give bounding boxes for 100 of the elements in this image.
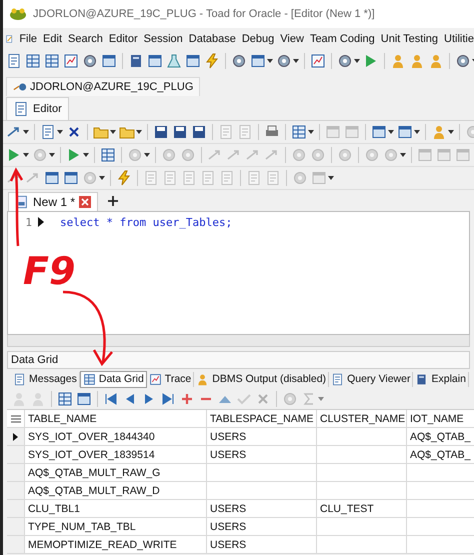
grid-icon — [82, 372, 96, 386]
document-icon — [331, 372, 344, 386]
result-tab[interactable]: Trace — [146, 372, 194, 386]
caret-icon[interactable] — [57, 130, 63, 134]
annotation-text: F9 — [23, 252, 76, 290]
first-icon[interactable] — [103, 391, 119, 407]
last-icon[interactable] — [160, 391, 176, 407]
result-tab[interactable]: Data Grid — [80, 370, 147, 388]
book-icon — [415, 372, 428, 386]
result-tab[interactable]: DBMS Output (disabled) — [194, 372, 330, 386]
gear-icon[interactable] — [337, 53, 353, 69]
menu-item[interactable]: View — [280, 33, 304, 45]
menu-item[interactable]: Debug — [242, 33, 274, 45]
caret-icon[interactable] — [110, 130, 116, 134]
flask-icon[interactable] — [166, 53, 182, 69]
current-row-icon — [13, 432, 18, 440]
gear-icon[interactable] — [455, 53, 471, 69]
caret-icon[interactable] — [354, 59, 360, 63]
row-header[interactable] — [7, 428, 25, 445]
caret-icon[interactable] — [23, 153, 29, 157]
table-cell: USERS — [210, 430, 246, 442]
plus-icon[interactable] — [179, 391, 195, 407]
gear-icon[interactable] — [231, 53, 247, 69]
window-icon[interactable] — [63, 170, 79, 186]
table-cell: AQ$_QTAB_ — [410, 430, 470, 442]
document-icon — [13, 372, 26, 386]
table-cell: CLU_TBL1 — [28, 502, 80, 514]
figure-icon[interactable] — [409, 53, 425, 69]
line-number: 1 — [24, 216, 32, 228]
grid-icon[interactable] — [291, 124, 307, 140]
caret-icon[interactable] — [293, 59, 299, 63]
table-cell: TYPE_NUM_TAB_TBL — [28, 520, 136, 532]
menu-item[interactable]: Edit — [43, 33, 62, 45]
toad-logo-icon — [9, 7, 27, 21]
window-icon[interactable] — [397, 124, 413, 140]
caret-icon[interactable] — [83, 153, 89, 157]
menu-item[interactable]: Search — [68, 33, 103, 45]
table-cell: CLU_TEST — [320, 502, 374, 514]
lightning-icon[interactable] — [116, 170, 132, 186]
menu-item[interactable]: Team Coding — [310, 33, 375, 45]
table-cell: SYS_IOT_OVER_1839514 — [28, 448, 155, 460]
table-cell: AQ$_QTAB_MULT_RAW_G — [28, 466, 160, 478]
gear-icon[interactable] — [276, 53, 292, 69]
window-icon[interactable] — [76, 391, 92, 407]
caret-icon[interactable] — [414, 130, 420, 134]
table-cell: USERS — [210, 538, 246, 550]
caret-icon[interactable] — [136, 130, 142, 134]
lightning-icon[interactable] — [204, 53, 220, 69]
menu-icon[interactable] — [10, 414, 20, 422]
grid-icon[interactable] — [100, 147, 116, 163]
window-icon[interactable] — [185, 53, 201, 69]
close-icon[interactable] — [79, 196, 92, 208]
caret-icon[interactable] — [308, 130, 314, 134]
window-icon[interactable] — [250, 53, 266, 69]
menu-item[interactable]: Unit Testing — [380, 33, 438, 45]
gear-icon[interactable] — [82, 53, 98, 69]
caret-icon[interactable] — [388, 130, 394, 134]
horizontal-scrollbar[interactable] — [7, 335, 470, 347]
table-cell: USERS — [210, 520, 246, 532]
chart-icon — [148, 372, 162, 386]
column-header[interactable]: TABLE_NAME — [25, 410, 207, 427]
window-icon[interactable] — [371, 124, 387, 140]
window-icon[interactable] — [44, 170, 60, 186]
editor-tab[interactable]: Editor — [6, 97, 69, 120]
panel-title: Data Grid — [7, 351, 470, 369]
grid-icon[interactable] — [57, 391, 73, 407]
document-tab[interactable]: New 1 * — [8, 192, 98, 211]
add-tab-icon[interactable] — [108, 196, 118, 206]
document-icon[interactable] — [40, 124, 56, 140]
grid-icon[interactable] — [25, 53, 41, 69]
chart-icon[interactable] — [63, 53, 79, 69]
window-title: JDORLON@AZURE_19C_PLUG - Toad for Oracle - [Editor (New 1 *)] — [33, 8, 375, 20]
figure-icon[interactable] — [390, 53, 406, 69]
result-tab[interactable]: Explain — [413, 372, 469, 386]
table-cell: MEMOPTIMIZE_READ_WRITE — [28, 538, 177, 550]
window-icon[interactable] — [101, 53, 117, 69]
table-cell: AQ$_QTAB_MULT_RAW_D — [28, 484, 160, 496]
connection-tab[interactable]: JDORLON@AZURE_19C_PLUG — [6, 77, 200, 96]
menu-item[interactable]: Session — [144, 33, 183, 45]
document-icon[interactable] — [6, 53, 22, 69]
menu-item[interactable]: Utilitie — [444, 33, 474, 45]
menu-item[interactable]: Database — [188, 33, 236, 45]
chart-icon[interactable] — [310, 53, 326, 69]
figure-icon[interactable] — [428, 53, 444, 69]
column-header[interactable]: TABLESPACE_NAME — [207, 410, 317, 427]
menu-item[interactable]: File — [19, 33, 38, 45]
caret-icon[interactable] — [448, 130, 454, 134]
result-tab[interactable]: Messages — [11, 372, 80, 386]
grid-icon[interactable] — [44, 53, 60, 69]
menu-item[interactable]: Editor — [108, 33, 138, 45]
code-line: select * from user_Tables; — [60, 216, 232, 228]
result-tab[interactable]: Query Viewer — [329, 372, 414, 386]
table-cell: AQ$_QTAB_ — [410, 448, 470, 460]
table-cell: SYS_IOT_OVER_1844340 — [28, 430, 155, 442]
plug-icon — [13, 82, 27, 92]
book-icon[interactable] — [128, 53, 144, 69]
window-icon[interactable] — [147, 53, 163, 69]
caret-icon[interactable] — [23, 130, 29, 134]
figure-icon — [196, 372, 210, 386]
caret-icon[interactable] — [267, 59, 273, 63]
